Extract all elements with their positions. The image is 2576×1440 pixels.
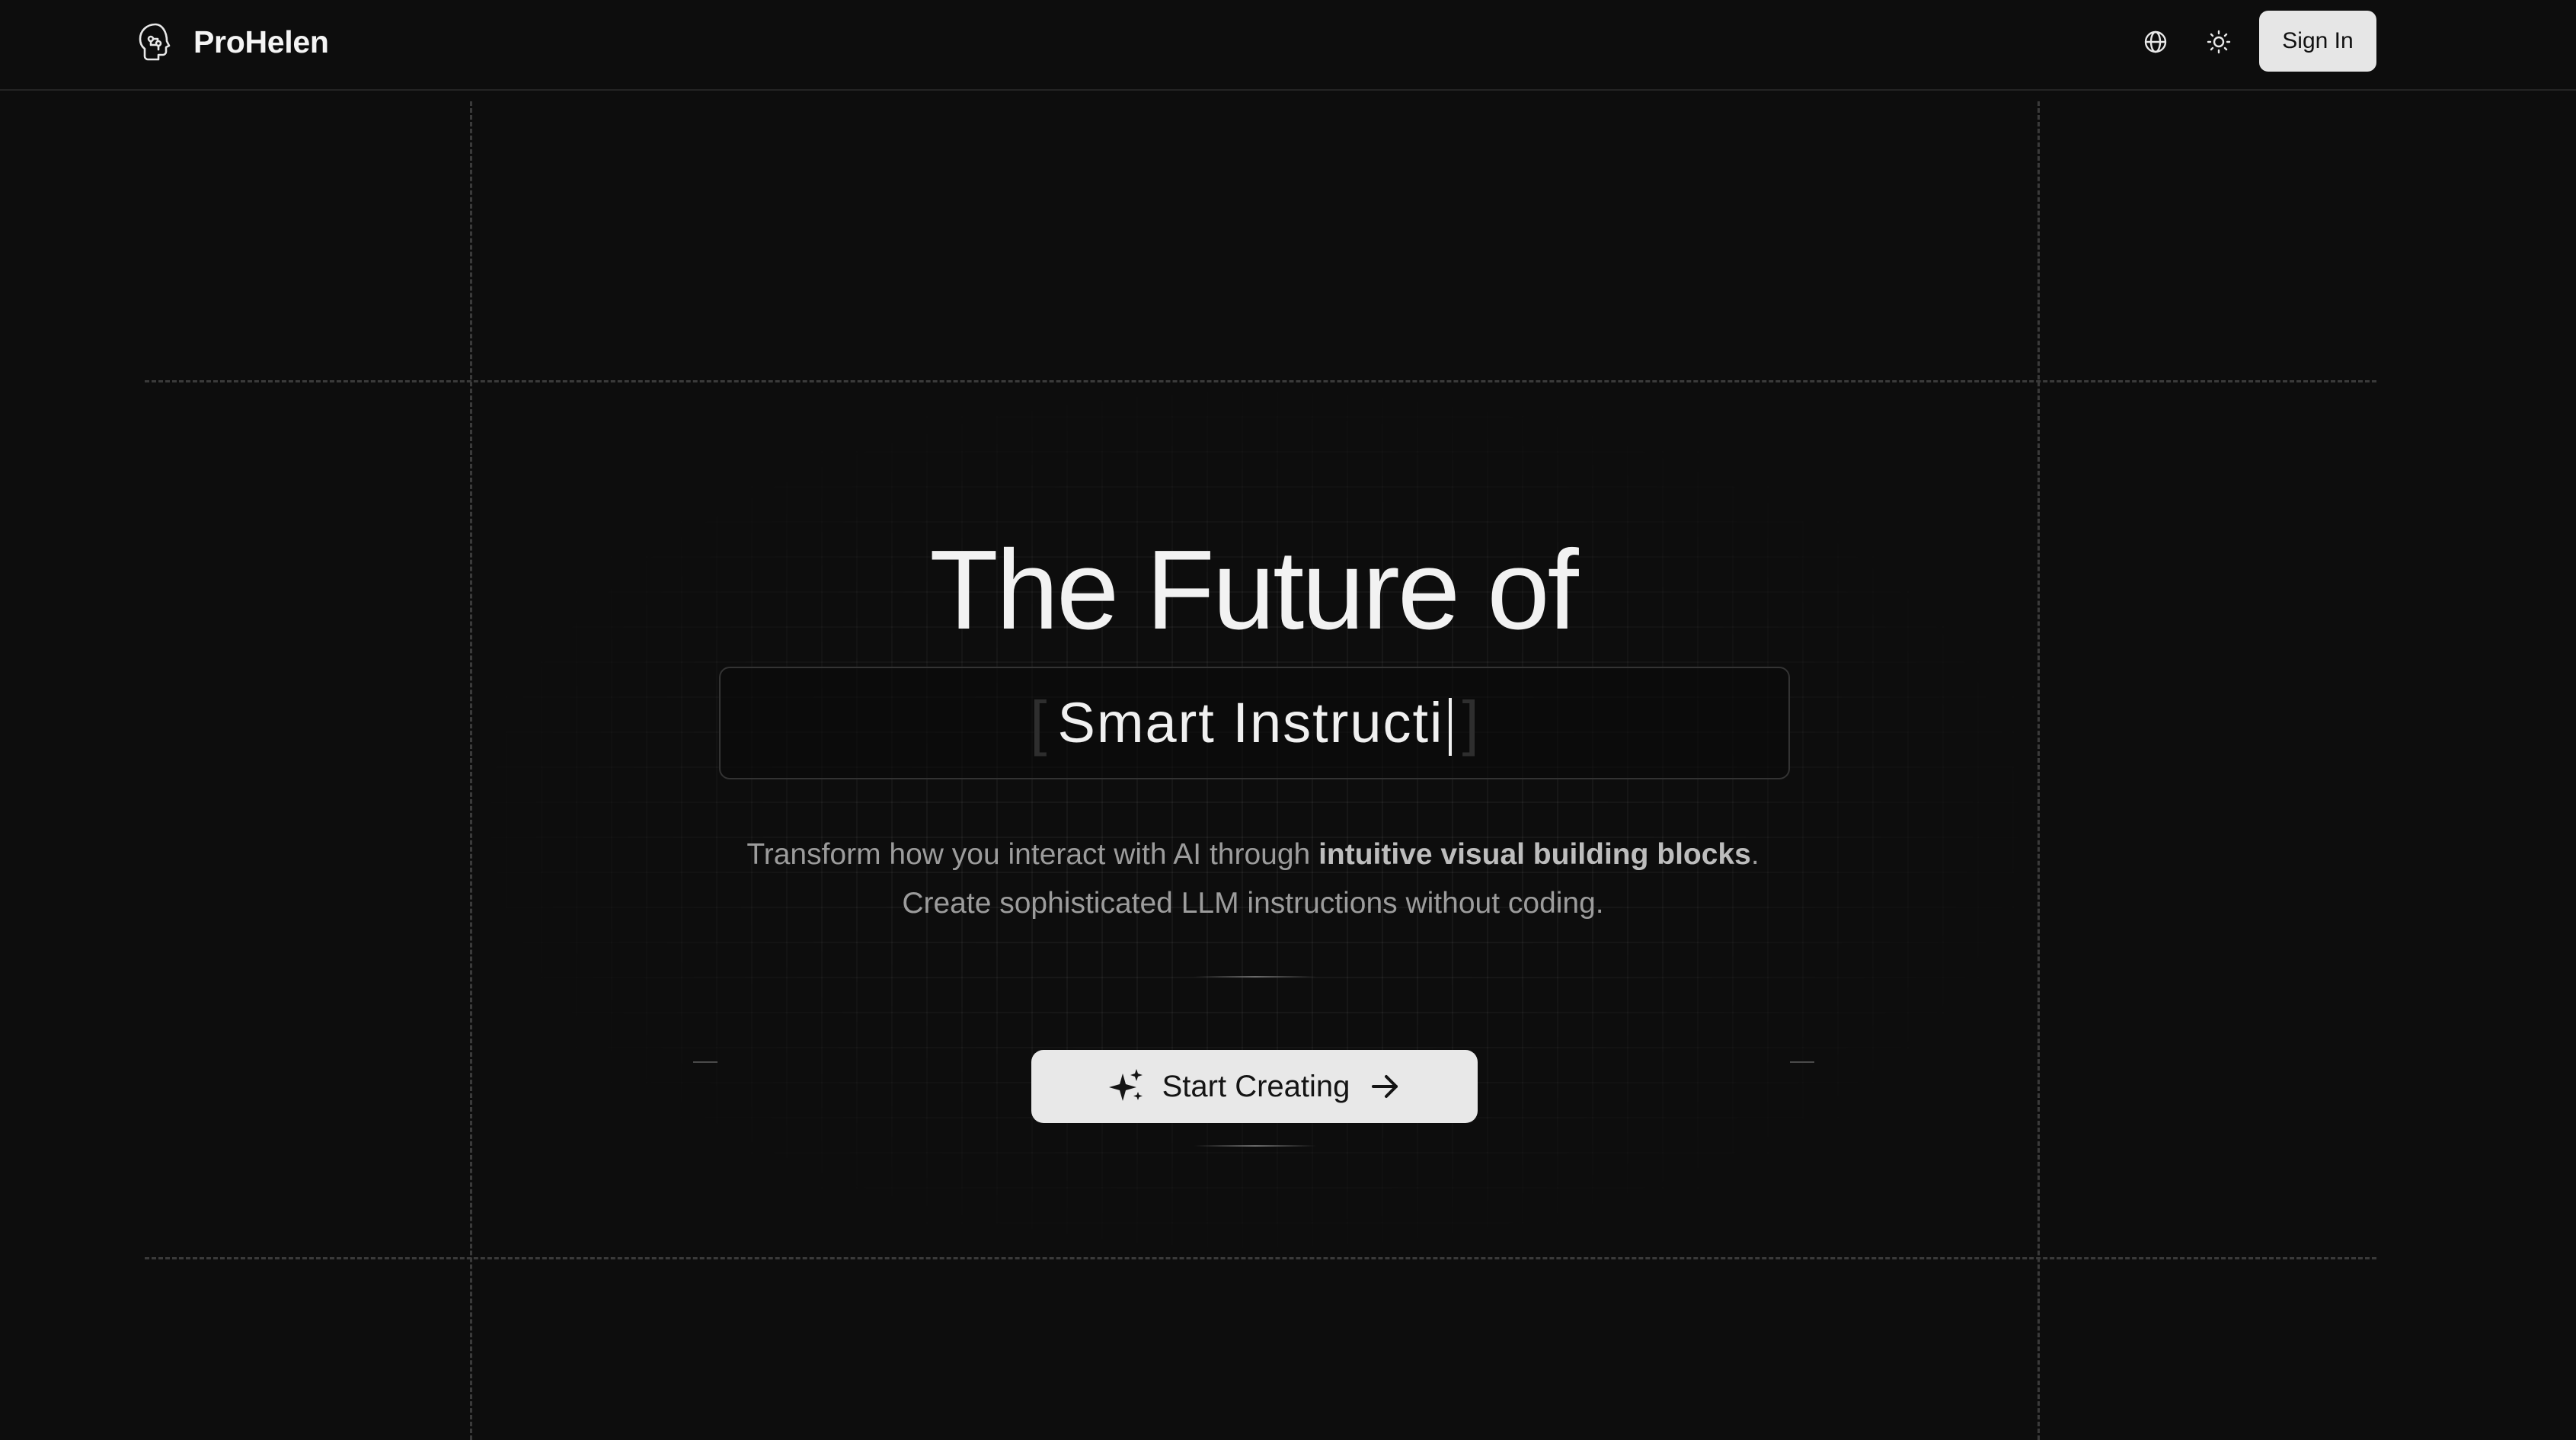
right-bracket-decoration: ] [1462,689,1479,757]
language-button[interactable] [2136,24,2175,63]
hero-title: The Future of [929,527,1578,653]
hero-subtitle: Transform how you interact with AI throu… [0,830,2506,928]
brand-name: ProHelen [193,24,329,59]
subtitle-text-start: Transform how you interact with AI throu… [746,838,1319,871]
tick-mark-right [1790,1061,1814,1063]
left-bracket-decoration: [ [1030,689,1047,757]
subtitle-text-end: . [1750,838,1759,871]
divider-accent-top [1194,976,1316,978]
brand-link[interactable]: ProHelen [134,21,329,63]
cta-label: Start Creating [1162,1069,1350,1103]
typewriter-text: Smart Instructi [1058,690,1452,757]
subtitle-line-two: Create sophisticated LLM instructions wi… [902,887,1604,920]
sparkles-icon [1107,1067,1146,1106]
text-caret [1448,698,1452,757]
top-navbar: ProHelen Sign In [0,0,2576,91]
theme-toggle-button[interactable] [2199,24,2239,63]
background-grid [471,381,2038,1259]
typewriter-box: [ Smart Instructi ] [719,667,1790,779]
start-creating-button[interactable]: Start Creating [1031,1050,1478,1123]
landing-page: ProHelen Sign In The Future of [Smart I… [0,0,2576,1440]
divider-accent-bottom [1194,1145,1316,1147]
arrow-right-icon [1369,1070,1401,1102]
subtitle-highlight: intuitive visual building blocks [1318,838,1751,871]
tick-mark-left [693,1061,718,1063]
sun-icon [2206,29,2232,59]
globe-icon [2143,29,2169,59]
brain-head-icon [134,21,177,63]
sign-in-button[interactable]: Sign In [2259,11,2376,72]
